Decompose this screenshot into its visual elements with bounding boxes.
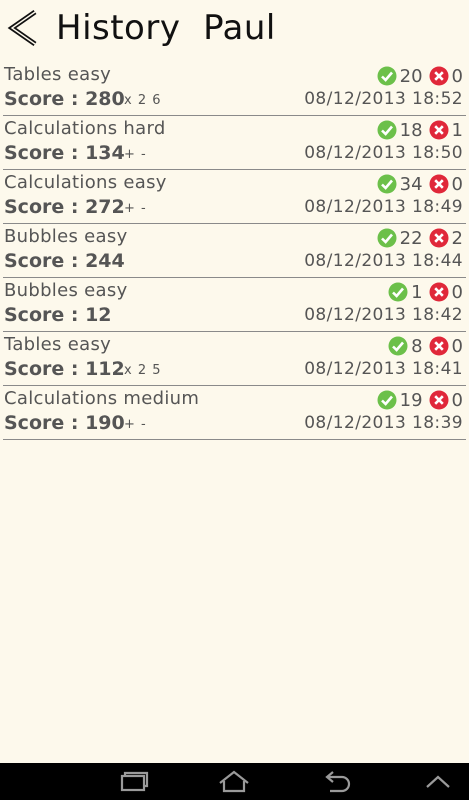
game-options: x 2 6	[124, 93, 162, 108]
check-icon	[377, 390, 397, 410]
result-counts: 34 0	[377, 172, 463, 196]
correct-count: 22	[399, 227, 423, 249]
history-row[interactable]: Calculations hard Score : 134 + - 18 1 0…	[3, 116, 466, 170]
correct-count: 19	[399, 389, 423, 411]
game-mode: Bubbles easy	[4, 226, 128, 247]
cross-icon	[429, 120, 449, 140]
result-counts: 8 0	[388, 334, 463, 358]
cross-icon	[429, 66, 449, 86]
cross-icon	[429, 228, 449, 248]
wrong-count: 0	[451, 389, 463, 411]
check-icon	[377, 66, 397, 86]
score-value: Score : 134	[4, 142, 125, 164]
game-mode: Calculations easy	[4, 172, 167, 193]
game-options: + -	[124, 417, 147, 432]
score-value: Score : 280	[4, 88, 125, 110]
cross-icon	[429, 174, 449, 194]
wrong-count: 0	[451, 65, 463, 87]
correct-count: 8	[411, 335, 423, 357]
result-counts: 18 1	[377, 118, 463, 142]
recent-apps-button[interactable]	[113, 769, 153, 795]
correct-count: 20	[399, 65, 423, 87]
cross-icon	[429, 390, 449, 410]
game-mode: Calculations medium	[4, 388, 200, 409]
header: History Paul	[0, 0, 469, 56]
history-row[interactable]: Calculations easy Score : 272 + - 34 0 0…	[3, 170, 466, 224]
correct-count: 18	[399, 119, 423, 141]
game-date: 08/12/2013 18:50	[304, 143, 463, 163]
result-counts: 1 0	[388, 280, 463, 304]
check-icon	[388, 282, 408, 302]
history-row[interactable]: Bubbles easy Score : 244 22 2 08/12/2013…	[3, 224, 466, 278]
page-title: History Paul	[56, 8, 276, 48]
wrong-count: 1	[451, 119, 463, 141]
check-icon	[377, 174, 397, 194]
history-list: Tables easy Score : 280 x 2 6 20 0 08/12…	[3, 62, 466, 440]
history-row[interactable]: Calculations medium Score : 190 + - 19 0…	[3, 386, 466, 440]
score-value: Score : 112	[4, 358, 125, 380]
game-date: 08/12/2013 18:44	[304, 251, 463, 271]
back-nav-button[interactable]	[316, 769, 356, 795]
check-icon	[377, 120, 397, 140]
home-button[interactable]	[214, 769, 254, 795]
game-mode: Tables easy	[4, 64, 112, 85]
history-row[interactable]: Bubbles easy Score : 12 1 0 08/12/2013 1…	[3, 278, 466, 332]
game-date: 08/12/2013 18:52	[304, 89, 463, 109]
chevron-up-icon	[426, 775, 450, 788]
back-arrow-icon	[325, 771, 351, 793]
wrong-count: 0	[451, 173, 463, 195]
game-date: 08/12/2013 18:49	[304, 197, 463, 217]
cross-icon	[429, 282, 449, 302]
game-options: x 2 5	[124, 363, 162, 378]
check-icon	[377, 228, 397, 248]
result-counts: 20 0	[377, 64, 463, 88]
score-value: Score : 190	[4, 412, 125, 434]
game-options: + -	[124, 147, 147, 162]
recent-apps-icon	[120, 771, 149, 792]
score-value: Score : 12	[4, 304, 112, 326]
game-date: 08/12/2013 18:39	[304, 413, 463, 433]
correct-count: 34	[399, 173, 423, 195]
result-counts: 19 0	[377, 388, 463, 412]
game-date: 08/12/2013 18:41	[304, 359, 463, 379]
check-icon	[388, 336, 408, 356]
game-mode: Tables easy	[4, 334, 112, 355]
wrong-count: 2	[451, 227, 463, 249]
game-mode: Bubbles easy	[4, 280, 128, 301]
chevron-left-icon	[7, 9, 37, 47]
game-options: + -	[124, 201, 147, 216]
menu-up-button[interactable]	[418, 769, 458, 795]
home-icon	[219, 770, 249, 793]
wrong-count: 0	[451, 281, 463, 303]
back-button[interactable]	[4, 6, 44, 50]
history-row[interactable]: Tables easy Score : 280 x 2 6 20 0 08/12…	[3, 62, 466, 116]
correct-count: 1	[411, 281, 423, 303]
wrong-count: 0	[451, 335, 463, 357]
game-mode: Calculations hard	[4, 118, 166, 139]
game-date: 08/12/2013 18:42	[304, 305, 463, 325]
cross-icon	[429, 336, 449, 356]
system-navigation-bar	[0, 763, 469, 800]
score-value: Score : 244	[4, 250, 125, 272]
result-counts: 22 2	[377, 226, 463, 250]
score-value: Score : 272	[4, 196, 125, 218]
history-row[interactable]: Tables easy Score : 112 x 2 5 8 0 08/12/…	[3, 332, 466, 386]
